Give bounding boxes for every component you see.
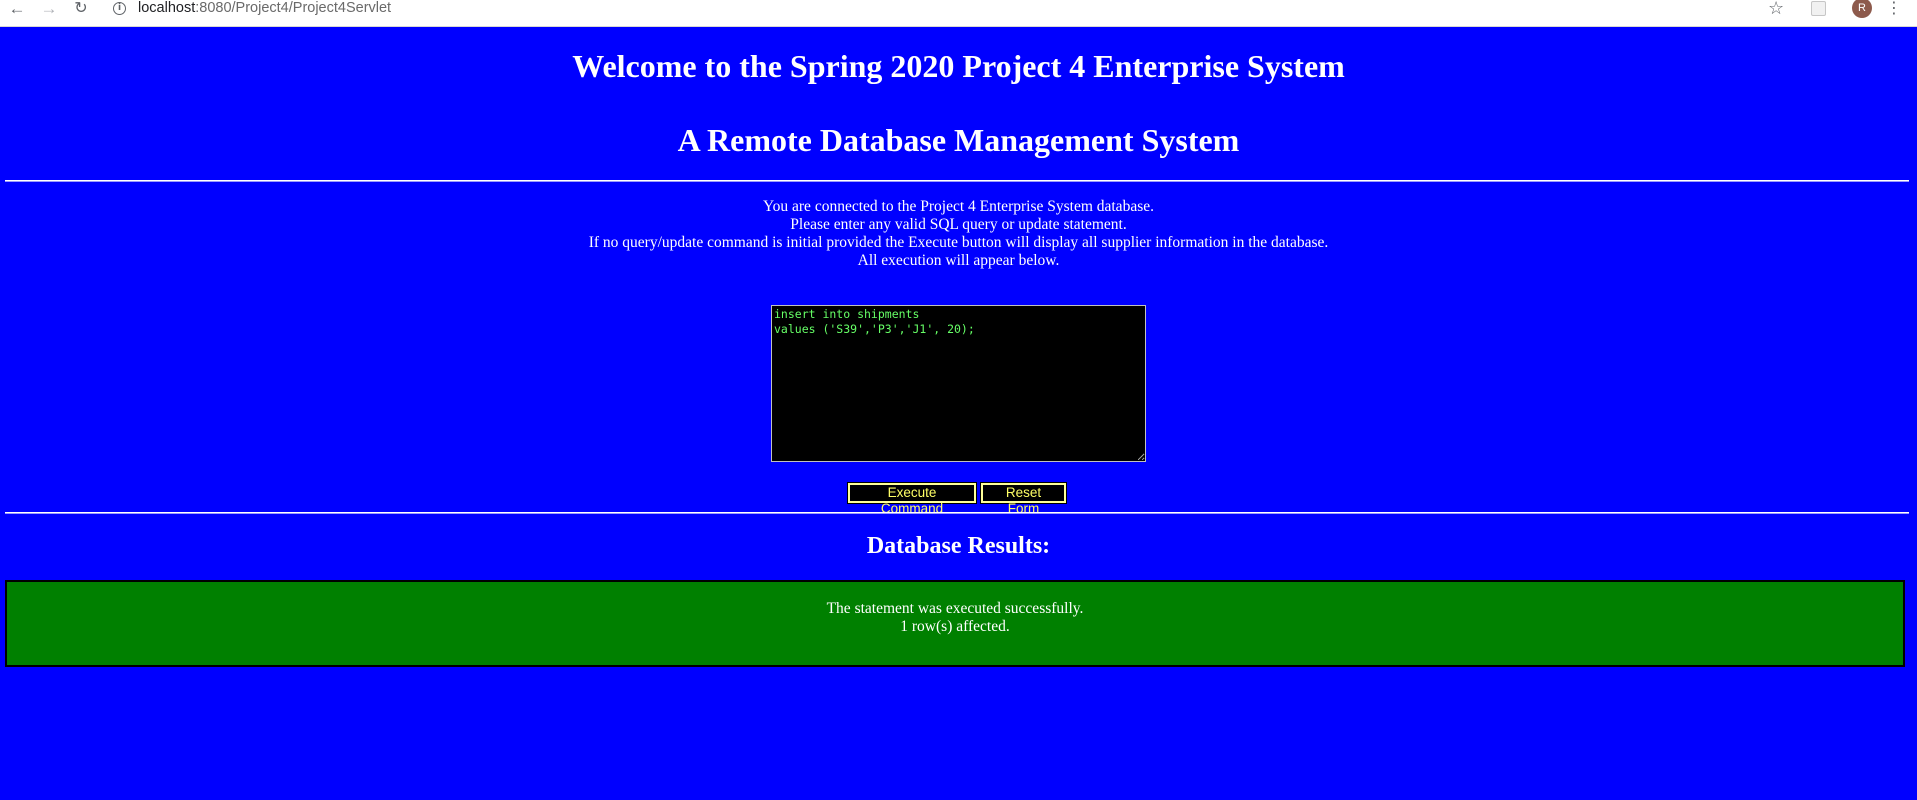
intro-line: If no query/update command is initial pr… — [588, 234, 1329, 251]
star-icon[interactable]: ☆ — [1768, 0, 1784, 17]
browser-toolbar: ← → ↻ i localhost:8080/Project4/Project4… — [0, 0, 1917, 27]
address-bar[interactable]: localhost:8080/Project4/Project4Servlet — [138, 0, 391, 18]
avatar[interactable]: R — [1852, 0, 1872, 18]
reset-form-button[interactable]: Reset Form — [981, 483, 1066, 516]
result-panel: The statement was executed successfully.… — [5, 580, 1905, 667]
forward-arrow-icon[interactable]: → — [38, 0, 60, 18]
menu-icon[interactable]: ⋮ — [1886, 0, 1902, 17]
result-message: The statement was executed successfully. — [826, 600, 1084, 617]
intro-text: You are connected to the Project 4 Enter… — [0, 198, 1917, 270]
sql-input[interactable]: insert into shipments values ('S39','P3'… — [771, 305, 1146, 462]
back-arrow-icon[interactable]: ← — [6, 0, 28, 18]
execute-command-button[interactable]: Execute Command — [848, 483, 976, 516]
divider-top — [5, 180, 1909, 182]
results-title: Database Results: — [866, 533, 1051, 559]
intro-line: All execution will appear below. — [857, 252, 1060, 269]
page-title: Welcome to the Spring 2020 Project 4 Ent… — [572, 48, 1345, 84]
intro-line: Please enter any valid SQL query or upda… — [790, 216, 1127, 233]
result-rows-affected: 1 row(s) affected. — [900, 618, 1010, 635]
intro-line: You are connected to the Project 4 Enter… — [763, 198, 1154, 215]
url-path: :8080/Project4/Project4Servlet — [195, 0, 392, 16]
url-host: localhost — [138, 0, 196, 16]
divider-bottom — [5, 512, 1909, 514]
page-subtitle: A Remote Database Management System — [677, 122, 1240, 158]
extension-icon[interactable] — [1811, 1, 1826, 16]
reload-icon[interactable]: ↻ — [70, 0, 92, 18]
info-icon[interactable]: i — [113, 2, 126, 15]
